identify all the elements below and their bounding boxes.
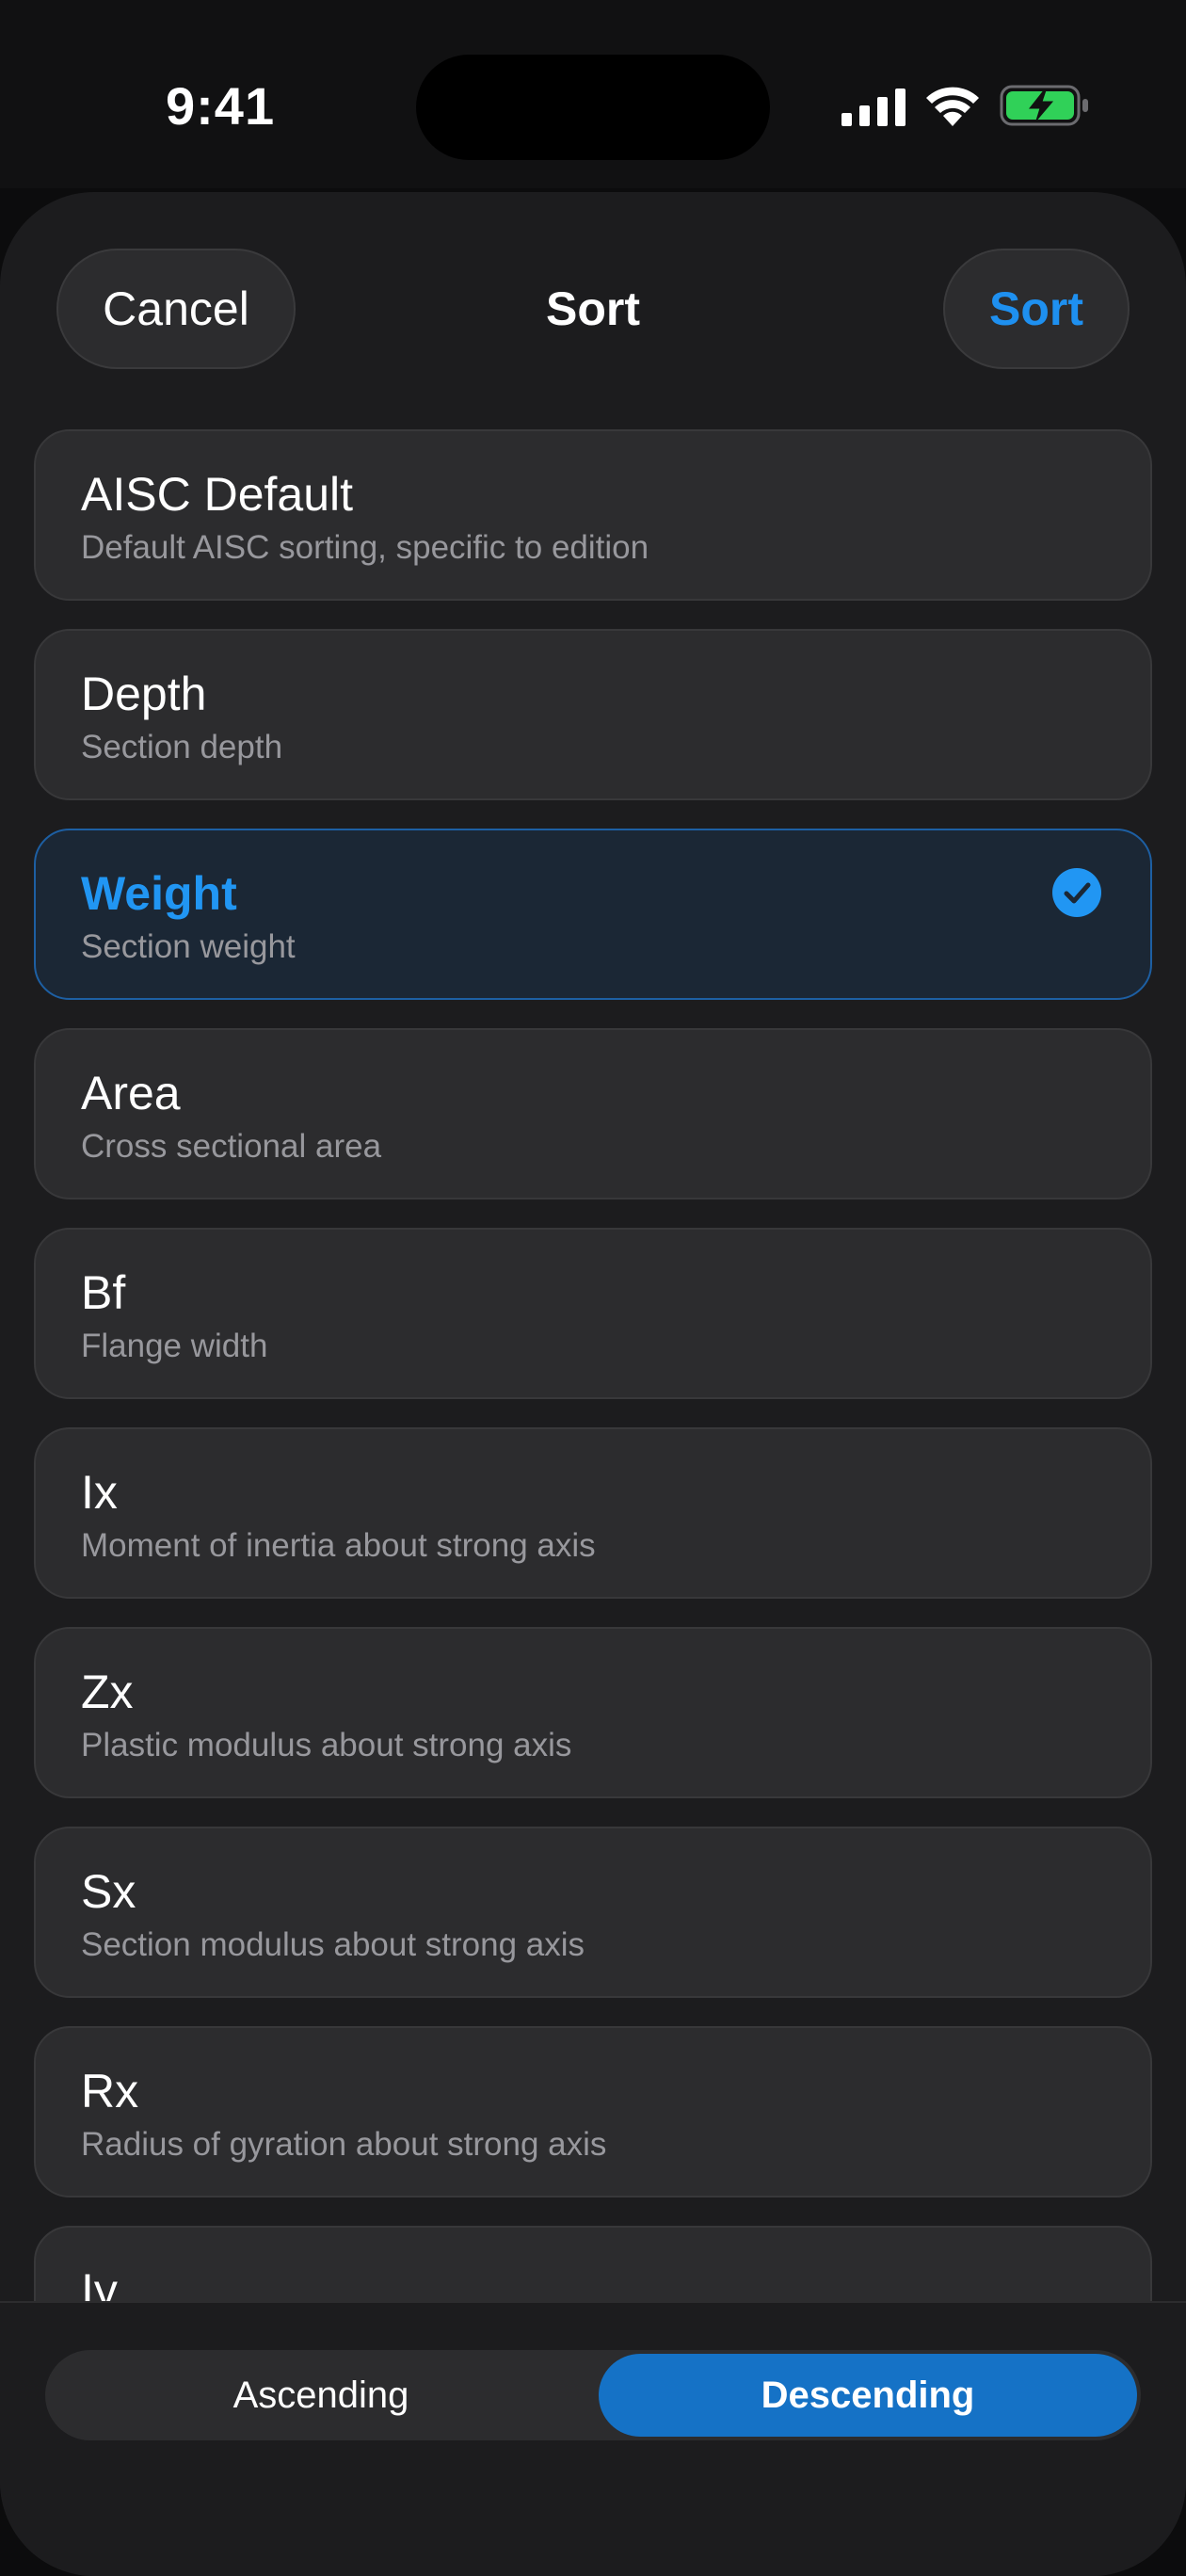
sort-order-bar: Ascending Descending xyxy=(0,2301,1186,2576)
sort-option-zx[interactable]: Zx Plastic modulus about strong axis xyxy=(34,1627,1152,1798)
sort-option-bf[interactable]: Bf Flange width xyxy=(34,1228,1152,1399)
option-description: Cross sectional area xyxy=(81,1128,382,1165)
dynamic-island xyxy=(416,55,770,160)
option-label: Sx xyxy=(81,1865,136,1918)
option-label: Bf xyxy=(81,1266,126,1319)
sort-options-list: AISC Default Default AISC sorting, speci… xyxy=(34,429,1152,2425)
signal-icon xyxy=(841,89,906,126)
sort-option-ix[interactable]: Ix Moment of inertia about strong axis xyxy=(34,1427,1152,1599)
sort-option-rx[interactable]: Rx Radius of gyration about strong axis xyxy=(34,2026,1152,2198)
option-description: Plastic modulus about strong axis xyxy=(81,1727,572,1763)
option-label: Area xyxy=(81,1067,181,1119)
status-time: 9:41 xyxy=(166,76,276,136)
wifi-icon xyxy=(926,87,979,126)
sort-option-depth[interactable]: Depth Section depth xyxy=(34,629,1152,800)
sort-option-weight[interactable]: Weight Section weight xyxy=(34,829,1152,1000)
descending-segment[interactable]: Descending xyxy=(599,2354,1137,2437)
option-label: Zx xyxy=(81,1666,134,1718)
sort-option-sx[interactable]: Sx Section modulus about strong axis xyxy=(34,1827,1152,1998)
sort-order-segmented-control: Ascending Descending xyxy=(45,2350,1141,2440)
option-description: Section depth xyxy=(81,729,283,765)
option-label: Rx xyxy=(81,2065,139,2117)
sort-button[interactable]: Sort xyxy=(943,249,1130,369)
option-label: Ix xyxy=(81,1466,118,1519)
battery-charging-icon xyxy=(1000,85,1088,126)
option-label: AISC Default xyxy=(81,468,354,521)
sort-sheet: Cancel Sort Sort AISC Default Default AI… xyxy=(0,192,1186,2576)
sort-option-aisc-default[interactable]: AISC Default Default AISC sorting, speci… xyxy=(34,429,1152,601)
option-description: Section weight xyxy=(81,928,296,965)
option-label: Weight xyxy=(81,867,237,920)
ascending-segment[interactable]: Ascending xyxy=(49,2354,593,2437)
status-bar: 9:41 xyxy=(0,0,1186,188)
checkmark-icon xyxy=(1052,868,1101,917)
option-description: Section modulus about strong axis xyxy=(81,1926,585,1963)
option-description: Moment of inertia about strong axis xyxy=(81,1527,596,1564)
option-label: Depth xyxy=(81,668,207,720)
cancel-button[interactable]: Cancel xyxy=(56,249,296,369)
option-description: Flange width xyxy=(81,1328,268,1364)
option-description: Radius of gyration about strong axis xyxy=(81,2126,607,2163)
option-description: Default AISC sorting, specific to editio… xyxy=(81,529,649,566)
sort-option-area[interactable]: Area Cross sectional area xyxy=(34,1028,1152,1199)
